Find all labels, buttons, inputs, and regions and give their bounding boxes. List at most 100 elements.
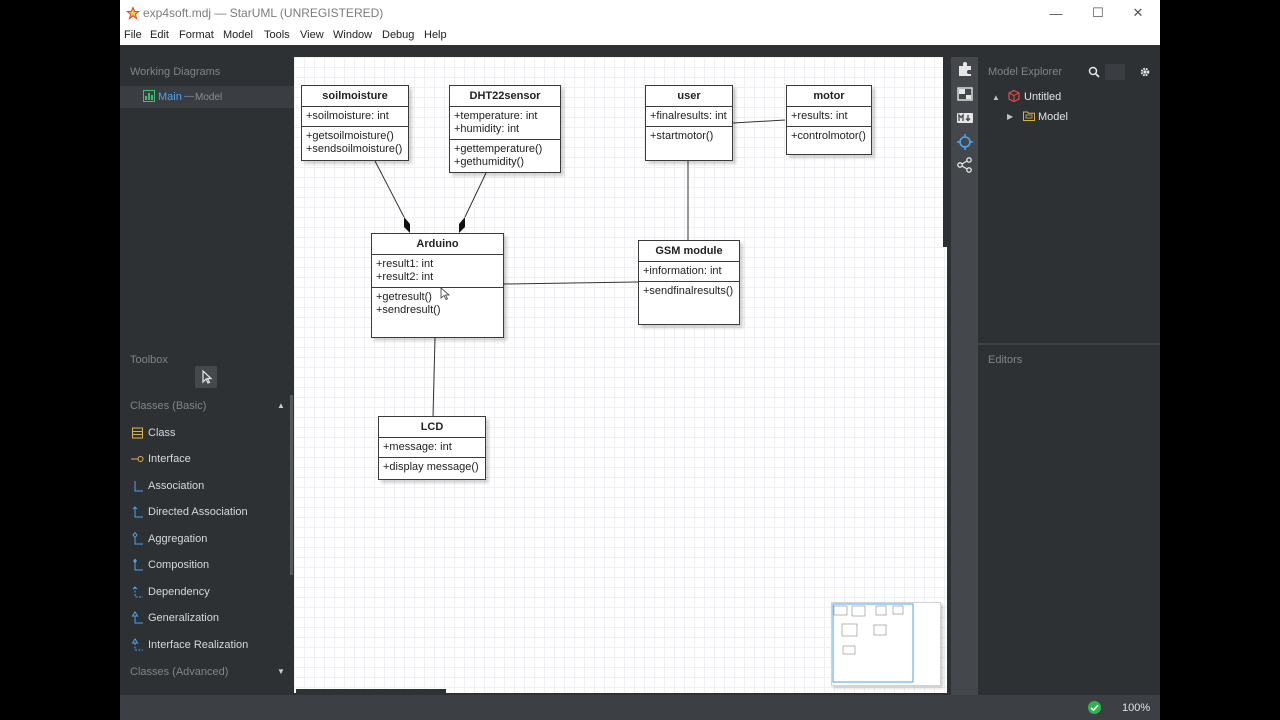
- title-bar: exp4soft.mdj — StarUML (UNREGISTERED) — …: [120, 0, 1160, 26]
- tool-aggregation-label: Aggregation: [148, 533, 208, 545]
- class-soilmoisture[interactable]: soilmoisture +soilmoisture: int +getsoil…: [301, 85, 409, 161]
- menu-file[interactable]: File: [124, 29, 142, 41]
- tool-interface[interactable]: Interface: [120, 448, 290, 472]
- class-attributes: +temperature: int +humidity: int: [450, 107, 560, 140]
- operation: +getsoilmoisture(): [306, 130, 394, 142]
- diagram-separator: —: [184, 91, 194, 102]
- operation: +display message(): [383, 461, 479, 473]
- status-bar: 100%: [120, 695, 1160, 720]
- class-operations: +startmotor(): [646, 127, 732, 146]
- class-arduino[interactable]: Arduino +result1: int +result2: int +get…: [371, 233, 504, 338]
- right-sidebar: Model Explorer ▲ Untitled ▶ Model Editor…: [978, 57, 1160, 695]
- search-icon[interactable]: [1088, 66, 1100, 78]
- toolbox-scrollbar[interactable]: [290, 395, 293, 575]
- menu-edit[interactable]: Edit: [150, 29, 169, 41]
- navigator-crosshair-icon[interactable]: [956, 133, 974, 151]
- menu-tools[interactable]: Tools: [264, 29, 290, 41]
- menu-help[interactable]: Help: [424, 29, 447, 41]
- menu-model[interactable]: Model: [223, 29, 253, 41]
- tool-class[interactable]: Class: [120, 422, 290, 446]
- attribute: +result1: int: [376, 258, 434, 270]
- operation: +sendresult(): [376, 304, 441, 316]
- tool-aggregation[interactable]: Aggregation: [120, 528, 290, 552]
- class-motor[interactable]: motor +results: int +controlmotor(): [786, 85, 872, 155]
- right-toolbar: [951, 57, 978, 695]
- class-attributes: +information: int: [639, 262, 739, 282]
- share-icon[interactable]: [956, 156, 974, 174]
- toolbox-group-basic[interactable]: Classes (Basic) ▲: [120, 395, 290, 419]
- class-name: LCD: [379, 417, 485, 438]
- menu-format[interactable]: Format: [179, 29, 214, 41]
- diagram-canvas[interactable]: soilmoisture +soilmoisture: int +getsoil…: [294, 57, 947, 693]
- operation: +startmotor(): [650, 130, 714, 142]
- extensions-icon[interactable]: [956, 60, 974, 78]
- class-icon: [132, 427, 143, 439]
- class-attributes: +soilmoisture: int: [302, 107, 408, 127]
- working-diagram-item-main[interactable]: Main — Model: [120, 86, 294, 108]
- diagram-minimap[interactable]: [831, 602, 941, 686]
- minimize-icon: —: [1049, 5, 1063, 21]
- tree-expand-icon[interactable]: ▲: [992, 93, 1000, 102]
- operation: +getresult(): [376, 291, 432, 303]
- menu-bar: File Edit Format Model Tools View Window…: [120, 26, 1160, 45]
- class-diagram-icon: [143, 90, 155, 102]
- check-circle-icon: [1088, 701, 1101, 714]
- collapse-up-icon: ▲: [277, 401, 285, 410]
- search-input[interactable]: [1105, 64, 1125, 80]
- model-explorer-title: Model Explorer: [988, 66, 1062, 78]
- class-user[interactable]: user +finalresults: int +startmotor(): [645, 85, 733, 161]
- class-dht22sensor[interactable]: DHT22sensor +temperature: int +humidity:…: [449, 85, 561, 173]
- tool-interface-realization[interactable]: Interface Realization: [120, 634, 290, 658]
- tool-composition[interactable]: Composition: [120, 554, 290, 578]
- close-icon: ✕: [1132, 5, 1144, 20]
- markdown-icon[interactable]: [956, 109, 974, 127]
- toolbox-group-advanced[interactable]: Classes (Advanced) ▼: [120, 661, 290, 685]
- close-button[interactable]: ✕: [1118, 0, 1158, 26]
- class-gsm-module[interactable]: GSM module +information: int +sendfinalr…: [638, 240, 740, 325]
- class-attributes: +message: int: [379, 438, 485, 458]
- class-operations: +getsoilmoisture() +sendsoilmoisture(): [302, 127, 408, 159]
- operation: +controlmotor(): [791, 130, 866, 142]
- tree-item-untitled[interactable]: Untitled: [1024, 91, 1061, 103]
- minimap-preview: [832, 603, 914, 683]
- toolbox-title: Toolbox: [130, 354, 168, 366]
- tree-item-model[interactable]: Model: [1038, 111, 1068, 123]
- maximize-icon: ☐: [1092, 5, 1104, 20]
- attribute: +finalresults: int: [650, 110, 727, 122]
- pointer-tool-button[interactable]: [195, 366, 217, 388]
- class-lcd[interactable]: LCD +message: int +display message(): [378, 416, 486, 480]
- maximize-button[interactable]: ☐: [1078, 0, 1118, 26]
- attribute: +soilmoisture: int: [306, 110, 389, 122]
- menu-window[interactable]: Window: [333, 29, 372, 41]
- canvas-horizontal-scrollbar[interactable]: [296, 689, 446, 693]
- tool-generalization[interactable]: Generalization: [120, 607, 290, 631]
- class-name: Arduino: [372, 234, 503, 255]
- model-folder-icon: [1023, 111, 1035, 121]
- project-root-icon: [1008, 90, 1020, 102]
- cursor-icon: [202, 369, 213, 384]
- class-operations: +gettemperature() +gethumidity(): [450, 140, 560, 172]
- class-name: user: [646, 86, 732, 107]
- zoom-level[interactable]: 100%: [1122, 702, 1150, 714]
- left-sidebar: Working Diagrams Main — Model Toolbox Cl…: [120, 45, 294, 695]
- tool-association-label: Association: [148, 480, 205, 492]
- minimize-button[interactable]: —: [1036, 0, 1076, 26]
- tool-directed-association[interactable]: Directed Association: [120, 501, 290, 525]
- operation: +sendsoilmoisture(): [306, 143, 403, 155]
- menu-debug[interactable]: Debug: [382, 29, 414, 41]
- class-operations: +getresult() +sendresult(): [372, 288, 503, 320]
- class-attributes: +result1: int +result2: int: [372, 255, 503, 288]
- menu-view[interactable]: View: [300, 29, 324, 41]
- tool-association[interactable]: Association: [120, 475, 290, 499]
- tree-collapsed-icon[interactable]: ▶: [1007, 112, 1013, 121]
- canvas-vertical-scrollbar[interactable]: [943, 57, 947, 247]
- attribute: +information: int: [643, 265, 722, 277]
- window-title: exp4soft.mdj — StarUML (UNREGISTERED): [143, 6, 384, 20]
- layout-panels-icon[interactable]: [956, 85, 974, 103]
- working-diagrams-title: Working Diagrams: [130, 66, 221, 78]
- dependency-icon: [132, 586, 143, 598]
- tool-dependency[interactable]: Dependency: [120, 581, 290, 605]
- gear-icon[interactable]: [1139, 66, 1151, 78]
- group-advanced-label: Classes (Advanced): [130, 666, 229, 678]
- group-basic-label: Classes (Basic): [130, 400, 207, 412]
